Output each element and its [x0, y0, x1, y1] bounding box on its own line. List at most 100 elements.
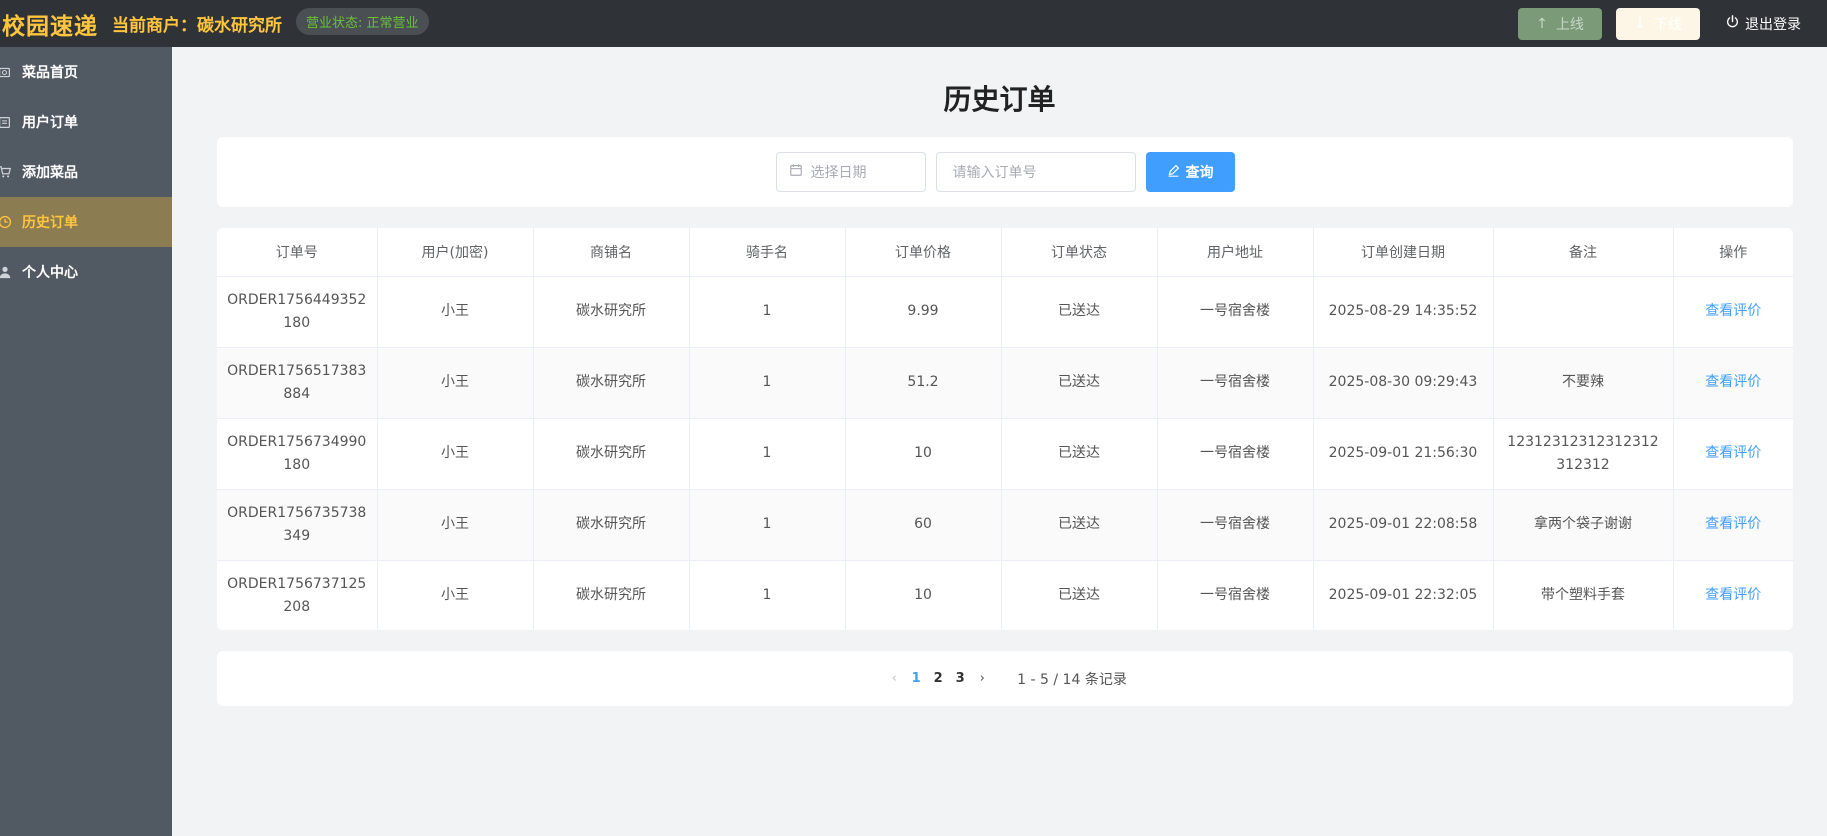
query-label: 查询	[1185, 165, 1214, 181]
list-icon	[0, 115, 12, 130]
order-id-cell: ORDER1756734990180	[217, 418, 378, 490]
price-cell: 10	[845, 418, 1002, 490]
created-date-cell: 2025-08-29 14:35:52	[1313, 276, 1494, 348]
address-cell: 一号宿舍楼	[1157, 276, 1314, 348]
table-row: ORDER1756737125208 小王 碳水研究所 1 10 已送达 一号宿…	[217, 560, 1793, 630]
sidebar-item-label: 用户订单	[22, 115, 78, 131]
address-cell: 一号宿舍楼	[1157, 418, 1314, 490]
column-header: 用户地址	[1157, 228, 1314, 277]
column-header: 订单号	[217, 228, 378, 277]
note-cell: 不要辣	[1493, 347, 1674, 419]
pagination: ‹ 1 2 3 › 1 - 5 / 14 条记录	[217, 651, 1793, 706]
header-actions: ↑ 上线 ↓ 下线 退出登录	[1518, 0, 1827, 47]
sidebar-item-label: 添加菜品	[22, 165, 78, 181]
view-review-link[interactable]: 查看评价	[1673, 276, 1793, 348]
table-row: ORDER1756735738349 小王 碳水研究所 1 60 已送达 一号宿…	[217, 489, 1793, 561]
date-placeholder: 选择日期	[810, 165, 867, 181]
column-header: 备注	[1493, 228, 1674, 277]
view-review-link[interactable]: 查看评价	[1673, 489, 1793, 561]
table-row: ORDER1756449352180 小王 碳水研究所 1 9.99 已送达 一…	[217, 276, 1793, 348]
sidebar-item-profile[interactable]: 个人中心	[0, 247, 172, 297]
sidebar-item-dishes[interactable]: 菜品首页	[0, 47, 172, 97]
view-review-link[interactable]: 查看评价	[1673, 418, 1793, 490]
clock-icon	[0, 215, 12, 230]
price-cell: 9.99	[845, 276, 1002, 348]
power-icon	[1726, 15, 1739, 32]
address-cell: 一号宿舍楼	[1157, 347, 1314, 419]
go-online-label: 上线	[1555, 16, 1584, 33]
created-date-cell: 2025-09-01 21:56:30	[1313, 418, 1494, 490]
sidebar-item-label: 个人中心	[22, 265, 78, 281]
sidebar-item-label: 历史订单	[22, 215, 78, 231]
shop-cell: 碳水研究所	[533, 347, 690, 419]
query-button[interactable]: 查询	[1145, 152, 1235, 192]
user-cell: 小王	[377, 347, 534, 419]
sidebar-item-label: 菜品首页	[22, 65, 78, 81]
table-row: ORDER1756517383884 小王 碳水研究所 1 51.2 已送达 一…	[217, 347, 1793, 419]
column-header: 操作	[1673, 228, 1793, 277]
rider-cell: 1	[689, 489, 846, 561]
price-cell: 51.2	[845, 347, 1002, 419]
status-cell: 已送达	[1001, 276, 1158, 348]
price-cell: 60	[845, 489, 1002, 561]
view-review-link[interactable]: 查看评价	[1673, 347, 1793, 419]
page-3-button[interactable]: 3	[949, 671, 971, 686]
shop-cell: 碳水研究所	[533, 418, 690, 490]
pagination-summary: 1 - 5 / 14 条记录	[1017, 671, 1127, 688]
page-2-button[interactable]: 2	[927, 671, 949, 686]
top-header: 校园速递 当前商户：碳水研究所 营业状态: 正常营业 ↑ 上线 ↓ 下线 退出登…	[0, 0, 1827, 47]
app-logo: 校园速递	[2, 13, 98, 40]
rider-cell: 1	[689, 347, 846, 419]
status-cell: 已送达	[1001, 418, 1158, 490]
shop-cell: 碳水研究所	[533, 489, 690, 561]
sidebar-item-user-orders[interactable]: 用户订单	[0, 97, 172, 147]
sidebar-item-history-orders[interactable]: 历史订单	[0, 197, 172, 247]
order-placeholder: 请输入订单号	[952, 165, 1037, 181]
arrow-down-icon: ↓	[1634, 15, 1646, 32]
view-review-link[interactable]: 查看评价	[1673, 560, 1793, 630]
go-online-button[interactable]: ↑ 上线	[1518, 7, 1602, 40]
table-header-row: 订单号 用户(加密) 商铺名 骑手名 订单价格 订单状态 用户地址 订单创建日期…	[217, 228, 1793, 277]
search-bar: 选择日期 请输入订单号 查询	[217, 137, 1793, 207]
order-number-input[interactable]: 请输入订单号	[935, 152, 1136, 192]
user-cell: 小王	[377, 489, 534, 561]
rider-cell: 1	[689, 276, 846, 348]
go-offline-label: 下线	[1653, 16, 1682, 33]
user-cell: 小王	[377, 418, 534, 490]
order-id-cell: ORDER1756737125208	[217, 560, 378, 630]
rider-cell: 1	[689, 418, 846, 490]
calendar-icon	[789, 163, 803, 181]
column-header: 用户(加密)	[377, 228, 534, 277]
column-header: 商铺名	[533, 228, 690, 277]
chevron-right-icon[interactable]: ›	[971, 671, 993, 686]
sidebar: 菜品首页 用户订单 添加菜品 历史订单 个人中心	[0, 47, 172, 836]
page-1-button[interactable]: 1	[905, 671, 927, 686]
go-offline-button[interactable]: ↓ 下线	[1616, 7, 1700, 40]
note-cell	[1493, 276, 1674, 348]
edit-icon	[1167, 164, 1180, 181]
note-cell: 12312312312312312312312	[1493, 418, 1674, 490]
chevron-left-icon[interactable]: ‹	[883, 671, 905, 686]
cart-icon	[0, 165, 12, 180]
page-title: 历史订单	[943, 83, 1056, 116]
user-icon	[0, 265, 12, 280]
business-status-badge: 营业状态: 正常营业	[296, 8, 429, 35]
status-cell: 已送达	[1001, 347, 1158, 419]
shop-cell: 碳水研究所	[533, 276, 690, 348]
order-id-cell: ORDER1756449352180	[217, 276, 378, 348]
status-cell: 已送达	[1001, 489, 1158, 561]
shop-cell: 碳水研究所	[533, 560, 690, 630]
logout-button[interactable]: 退出登录	[1726, 14, 1801, 34]
created-date-cell: 2025-09-01 22:08:58	[1313, 489, 1494, 561]
order-id-cell: ORDER1756735738349	[217, 489, 378, 561]
price-cell: 10	[845, 560, 1002, 630]
address-cell: 一号宿舍楼	[1157, 489, 1314, 561]
date-picker-input[interactable]: 选择日期	[775, 152, 926, 192]
sidebar-item-add-dish[interactable]: 添加菜品	[0, 147, 172, 197]
order-id-cell: ORDER1756517383884	[217, 347, 378, 419]
dish-icon	[0, 65, 12, 80]
column-header: 订单价格	[845, 228, 1002, 277]
rider-cell: 1	[689, 560, 846, 630]
created-date-cell: 2025-08-30 09:29:43	[1313, 347, 1494, 419]
note-cell: 拿两个袋子谢谢	[1493, 489, 1674, 561]
